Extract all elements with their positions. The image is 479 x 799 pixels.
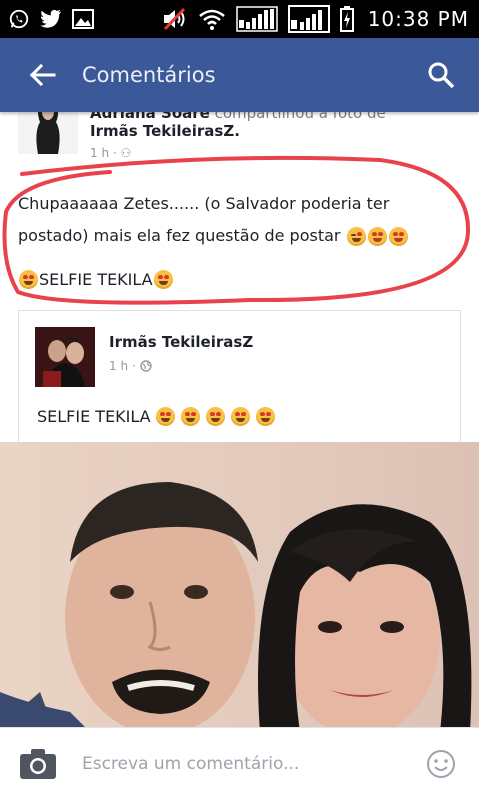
camera-icon [20, 748, 56, 779]
author-name[interactable]: Adriana Soare [90, 112, 210, 122]
shared-page-name[interactable]: Irmãs TekileirasZ. [90, 122, 240, 140]
shared-post-meta: 1 h · [109, 359, 152, 373]
camera-button[interactable] [16, 742, 60, 786]
post-text: Chupaaaaaa Zetes...... (o Salvador poder… [18, 188, 448, 252]
page-title: Comentários [82, 63, 216, 87]
share-action-text: compartilhou a foto de [214, 112, 386, 122]
search-icon [428, 62, 455, 89]
tongue-emoji-icon [367, 227, 387, 246]
arrow-left-icon [29, 63, 56, 87]
heart-eyes-emoji-icon [230, 407, 250, 426]
post-message: Chupaaaaaa Zetes...... (o Salvador poder… [18, 194, 390, 245]
signal-icon [235, 6, 278, 32]
app-bar: Comentários [0, 38, 479, 112]
post-meta: 1 h · ⚇ [90, 146, 131, 160]
shared-post-text: SELFIE TEKILA [37, 407, 276, 426]
heart-eyes-emoji-icon [155, 407, 175, 426]
smiley-icon [427, 749, 455, 778]
tongue-emoji-icon [388, 227, 408, 246]
shared-post-caption: SELFIE TEKILA [37, 407, 151, 426]
wifi-icon [198, 8, 226, 30]
whatsapp-icon [8, 8, 30, 30]
twitter-icon [40, 9, 62, 29]
post-author-line: Adriana Soare compartilhou a foto de [90, 112, 386, 122]
comment-input[interactable] [80, 742, 421, 785]
gallery-icon [72, 9, 94, 29]
status-right-icons: 10:38 PM [162, 5, 469, 33]
search-button[interactable] [421, 55, 461, 95]
status-left-icons [8, 8, 94, 30]
back-button[interactable] [22, 55, 62, 95]
selfie-caption-text: SELFIE TEKILA [39, 270, 153, 289]
mute-icon [162, 7, 188, 31]
heart-eyes-emoji-icon [180, 407, 200, 426]
heart-eyes-emoji-icon [153, 270, 173, 289]
shared-post-time: 1 h [109, 359, 129, 373]
selfie-caption: SELFIE TEKILA [18, 270, 174, 289]
comments-content[interactable]: Adriana Soare compartilhou a foto de Irm… [0, 112, 479, 727]
heart-eyes-emoji-icon [255, 407, 275, 426]
heart-eyes-emoji-icon [205, 407, 225, 426]
shared-avatar[interactable] [35, 327, 95, 387]
post-header: Adriana Soare compartilhou a foto de Irm… [18, 112, 468, 164]
friends-icon: · ⚇ [112, 146, 132, 160]
avatar[interactable] [18, 112, 78, 154]
heart-eyes-emoji-icon [19, 270, 38, 289]
post-time: 1 h [90, 146, 110, 160]
emoji-button[interactable] [421, 744, 461, 784]
comment-bar [0, 727, 479, 799]
clock: 10:38 PM [367, 7, 469, 31]
signal-icon [287, 5, 330, 33]
status-bar: 10:38 PM [0, 0, 479, 38]
shared-page-title[interactable]: Irmãs TekileirasZ [109, 333, 253, 351]
post-photo[interactable] [0, 442, 479, 727]
globe-icon [140, 360, 152, 372]
battery-charging-icon [339, 6, 354, 32]
kissing-emoji-icon [346, 227, 366, 246]
